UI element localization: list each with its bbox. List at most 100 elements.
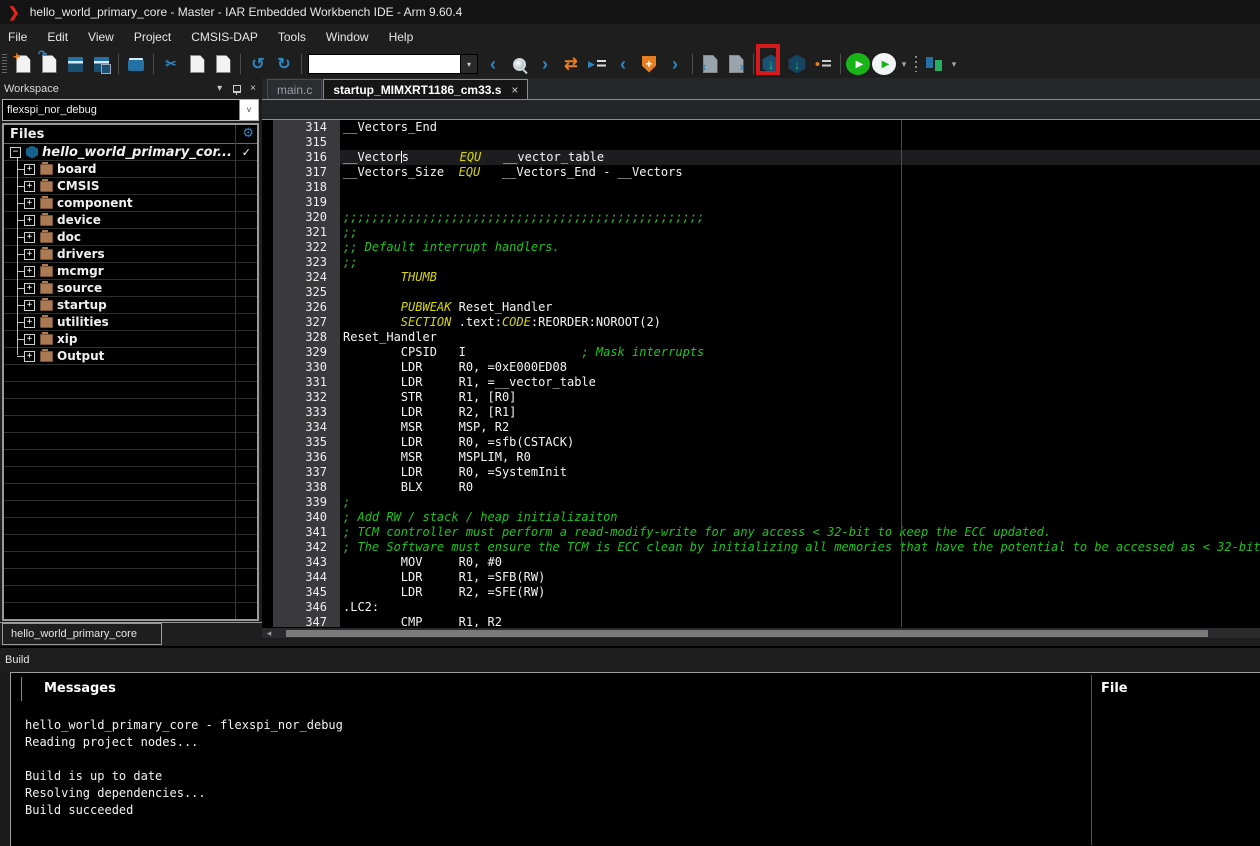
search-input[interactable] bbox=[309, 55, 460, 73]
tree-item-mcmgr[interactable]: +mcmgr bbox=[4, 263, 257, 280]
paste-icon[interactable] bbox=[211, 52, 235, 76]
multicore-debug-icon[interactable] bbox=[922, 52, 946, 76]
menu-project[interactable]: Project bbox=[124, 24, 181, 50]
tree-item-cmsis[interactable]: +CMSIS bbox=[4, 178, 257, 195]
tree-item-source[interactable]: +source bbox=[4, 280, 257, 297]
code-line[interactable]: 333 LDR R2, [R1] bbox=[262, 405, 1260, 420]
menu-window[interactable]: Window bbox=[316, 24, 379, 50]
code-line[interactable]: 339; bbox=[262, 495, 1260, 510]
code-line[interactable]: 345 LDR R2, =SFE(RW) bbox=[262, 585, 1260, 600]
code-line[interactable]: 323;; bbox=[262, 255, 1260, 270]
code-line[interactable]: 325 bbox=[262, 285, 1260, 300]
menu-edit[interactable]: Edit bbox=[37, 24, 78, 50]
debug-without-downloading-button[interactable] bbox=[872, 52, 896, 76]
undo-icon[interactable]: ↺ bbox=[246, 52, 270, 76]
scroll-left-arrow-icon[interactable]: ◂ bbox=[262, 628, 276, 639]
copy-icon[interactable] bbox=[185, 52, 209, 76]
code-line[interactable]: 327 SECTION .text:CODE:REORDER:NOROOT(2) bbox=[262, 315, 1260, 330]
find-previous-icon[interactable]: ‹ bbox=[481, 52, 505, 76]
menu-file[interactable]: File bbox=[0, 24, 37, 50]
download-and-debug-button[interactable] bbox=[846, 52, 870, 76]
expand-icon[interactable]: + bbox=[24, 181, 35, 192]
expand-icon[interactable]: + bbox=[24, 317, 35, 328]
debug-dropdown-caret-icon[interactable]: ▾ bbox=[898, 52, 910, 76]
navigate-back-icon[interactable]: ‹ bbox=[611, 52, 635, 76]
code-line[interactable]: 314__Vectors_End bbox=[262, 120, 1260, 135]
scrollbar-thumb[interactable] bbox=[286, 630, 1208, 637]
replace-icon[interactable]: ⇄ bbox=[559, 52, 583, 76]
close-icon[interactable]: × bbox=[250, 83, 256, 94]
code-line[interactable]: 329 CPSID I ; Mask interrupts bbox=[262, 345, 1260, 360]
code-line[interactable]: 322;; Default interrupt handlers. bbox=[262, 240, 1260, 255]
tree-item-device[interactable]: +device bbox=[4, 212, 257, 229]
tree-item-component[interactable]: +component bbox=[4, 195, 257, 212]
expand-icon[interactable]: + bbox=[24, 164, 35, 175]
workspace-menu-caret-icon[interactable]: ▾ bbox=[217, 83, 222, 94]
expand-icon[interactable]: + bbox=[24, 266, 35, 277]
code-line[interactable]: 347 CMP R1, R2 bbox=[262, 615, 1260, 627]
tree-item-output[interactable]: +Output bbox=[4, 348, 257, 365]
code-editor[interactable]: 314__Vectors_End315316__Vectors EQU __ve… bbox=[262, 120, 1260, 627]
code-line[interactable]: 340; Add RW / stack / heap initializaito… bbox=[262, 510, 1260, 525]
collapse-icon[interactable]: − bbox=[10, 147, 21, 158]
close-tab-icon[interactable]: × bbox=[511, 83, 518, 97]
tree-item-utilities[interactable]: +utilities bbox=[4, 314, 257, 331]
code-line[interactable]: 330 LDR R0, =0xE000ED08 bbox=[262, 360, 1260, 375]
code-line[interactable]: 315 bbox=[262, 135, 1260, 150]
redo-icon[interactable]: ↻ bbox=[272, 52, 296, 76]
code-line[interactable]: 342; The Software must ensure the TCM is… bbox=[262, 540, 1260, 555]
code-line[interactable]: 317__Vectors_Size EQU __Vectors_End - __… bbox=[262, 165, 1260, 180]
previous-document-icon[interactable] bbox=[698, 52, 722, 76]
save-all-icon[interactable] bbox=[89, 52, 113, 76]
tree-item-xip[interactable]: +xip bbox=[4, 331, 257, 348]
code-line[interactable]: 336 MSR MSPLIM, R0 bbox=[262, 450, 1260, 465]
menu-view[interactable]: View bbox=[78, 24, 124, 50]
next-document-icon[interactable] bbox=[724, 52, 748, 76]
new-document-icon[interactable] bbox=[11, 52, 35, 76]
editor-tab-startup-mimxrt1186-cm33-s[interactable]: startup_MIMXRT1186_cm33.s× bbox=[323, 79, 528, 99]
breakpoints-icon[interactable] bbox=[811, 52, 835, 76]
expand-icon[interactable]: + bbox=[24, 249, 35, 260]
multicore-dropdown-caret-icon[interactable]: ▾ bbox=[948, 52, 960, 76]
find-next-icon[interactable]: › bbox=[533, 52, 557, 76]
navigate-forward-icon[interactable]: › bbox=[663, 52, 687, 76]
build-configuration-dropdown[interactable]: flexspi_nor_debug ˅ bbox=[2, 99, 259, 121]
code-line[interactable]: 344 LDR R1, =SFB(RW) bbox=[262, 570, 1260, 585]
cut-icon[interactable]: ✂ bbox=[159, 52, 183, 76]
find-icon[interactable] bbox=[507, 52, 531, 76]
toolbar-overflow-handle[interactable] bbox=[912, 52, 920, 76]
tree-item-doc[interactable]: +doc bbox=[4, 229, 257, 246]
code-line[interactable]: 334 MSR MSP, R2 bbox=[262, 420, 1260, 435]
tree-item-hello-world-primary-cor-[interactable]: −hello_world_primary_cor...✓ bbox=[4, 144, 257, 161]
expand-icon[interactable]: + bbox=[24, 351, 35, 362]
code-line[interactable]: 341; TCM controller must perform a read-… bbox=[262, 525, 1260, 540]
code-line[interactable]: 328Reset_Handler bbox=[262, 330, 1260, 345]
search-dropdown-button[interactable]: ▾ bbox=[460, 55, 477, 73]
expand-icon[interactable]: + bbox=[24, 300, 35, 311]
tree-item-board[interactable]: +board bbox=[4, 161, 257, 178]
code-line[interactable]: 321;; bbox=[262, 225, 1260, 240]
code-line[interactable]: 326 PUBWEAK Reset_Handler bbox=[262, 300, 1260, 315]
horizontal-scrollbar[interactable]: ◂ bbox=[262, 627, 1260, 638]
code-line[interactable]: 335 LDR R0, =sfb(CSTACK) bbox=[262, 435, 1260, 450]
expand-icon[interactable]: + bbox=[24, 334, 35, 345]
editor-tab-main-c[interactable]: main.c bbox=[267, 79, 322, 99]
expand-icon[interactable]: + bbox=[24, 232, 35, 243]
expand-icon[interactable]: + bbox=[24, 283, 35, 294]
code-line[interactable]: 338 BLX R0 bbox=[262, 480, 1260, 495]
pin-icon[interactable] bbox=[231, 83, 241, 95]
code-line[interactable]: 320;;;;;;;;;;;;;;;;;;;;;;;;;;;;;;;;;;;;;… bbox=[262, 210, 1260, 225]
code-line[interactable]: 331 LDR R1, =__vector_table bbox=[262, 375, 1260, 390]
code-line[interactable]: 318 bbox=[262, 180, 1260, 195]
tree-item-drivers[interactable]: +drivers bbox=[4, 246, 257, 263]
build-pane-label[interactable]: Build bbox=[0, 646, 1260, 672]
search-combobox[interactable]: ▾ bbox=[308, 54, 478, 74]
gear-icon[interactable]: ⚙ bbox=[242, 126, 254, 141]
chevron-down-icon[interactable]: ˅ bbox=[239, 100, 258, 120]
open-document-icon[interactable] bbox=[37, 52, 61, 76]
code-line[interactable]: 343 MOV R0, #0 bbox=[262, 555, 1260, 570]
toggle-bookmark-icon[interactable] bbox=[637, 52, 661, 76]
expand-icon[interactable]: + bbox=[24, 198, 35, 209]
code-line[interactable]: 337 LDR R0, =SystemInit bbox=[262, 465, 1260, 480]
workspace-bottom-tab[interactable]: hello_world_primary_core bbox=[2, 623, 162, 645]
